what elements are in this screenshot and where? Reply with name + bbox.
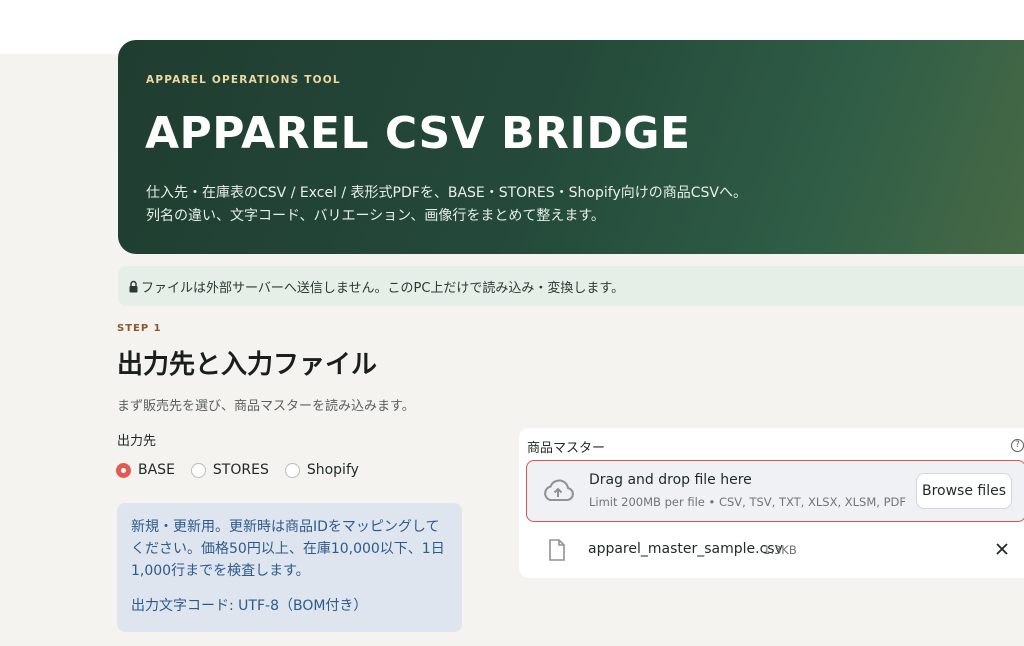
hero-description: 仕入先・在庫表のCSV / Excel / 表形式PDFを、BASE・STORE… (146, 182, 747, 228)
section-subtitle: まず販売先を選び、商品マスターを読み込みます。 (117, 399, 415, 414)
hero-description-line-2: 列名の違い、文字コード、バリエーション、画像行をまとめて整えます。 (146, 208, 605, 224)
radio-label: STORES (212, 462, 269, 478)
radio-dot[interactable] (116, 462, 131, 478)
drop-zone-limit: Limit 200MB per file • CSV, TSV, TXT, XL… (589, 495, 906, 509)
privacy-notice-text: ファイルは外部サーバーへ送信しません。このPC上だけで読み込み・変換します。 (141, 280, 625, 296)
uploader-label: 商品マスター (527, 441, 606, 456)
radio-stores[interactable]: STORES (190, 462, 269, 478)
radio-dot[interactable] (284, 462, 300, 478)
destination-radio-group: BASE STORES Shopify (116, 462, 375, 478)
file-size: 1.3KB (763, 543, 797, 557)
radio-label: Shopify (306, 462, 359, 478)
destination-info-box: 新規・更新用。更新時は商品IDをマッピングしてください。価格50円以上、在庫10… (117, 503, 462, 632)
privacy-notice: ファイルは外部サーバーへ送信しません。このPC上だけで読み込み・変換します。 (118, 266, 1024, 306)
uploaded-file-row: apparel_master_sample.csv 1.3KB (526, 532, 1024, 568)
hero-eyebrow: APPAREL OPERATIONS TOOL (146, 74, 341, 86)
radio-dot[interactable] (190, 462, 206, 478)
close-icon[interactable] (994, 541, 1010, 557)
cloud-upload-icon (544, 479, 574, 501)
radio-base[interactable]: BASE (116, 462, 175, 478)
lock-icon (129, 280, 138, 292)
radio-shopify[interactable]: Shopify (284, 462, 359, 478)
radio-label: BASE (138, 462, 175, 478)
step-label: STEP 1 (117, 323, 162, 334)
drop-zone[interactable]: Drag and drop file here Limit 200MB per … (526, 460, 1024, 522)
app-title: APPAREL CSV BRIDGE (145, 108, 691, 159)
file-icon (549, 539, 565, 561)
hero-banner: APPAREL OPERATIONS TOOL APPAREL CSV BRID… (118, 40, 1024, 254)
question-circle-icon[interactable]: ? (1011, 439, 1024, 452)
file-uploader: 商品マスター ? Drag and drop file here Limit 2… (519, 428, 1024, 578)
hero-description-line-1: 仕入先・在庫表のCSV / Excel / 表形式PDFを、BASE・STORE… (146, 185, 747, 201)
browse-files-button[interactable]: Browse files (916, 473, 1012, 509)
info-text: 新規・更新用。更新時は商品IDをマッピングしてください。価格50円以上、在庫10… (131, 519, 445, 579)
section-title: 出力先と入力ファイル (117, 350, 378, 380)
file-name: apparel_master_sample.csv (588, 541, 783, 557)
encoding-info: 出力文字コード: UTF-8（BOM付き） (131, 598, 368, 614)
drop-zone-title: Drag and drop file here (589, 472, 752, 488)
destination-label: 出力先 (117, 434, 157, 449)
